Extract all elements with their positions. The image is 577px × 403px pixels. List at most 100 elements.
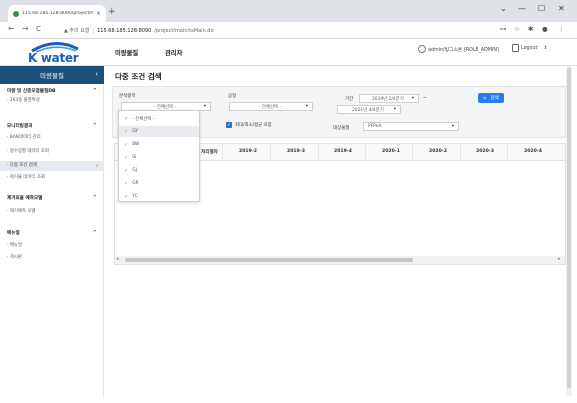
dropdown-option[interactable]: ✓ BW [119, 139, 199, 150]
url-host: 115.68.185.128:8090 [97, 27, 152, 34]
sidebar-item-263-substances[interactable]: · 263종 물질특성 [7, 96, 101, 106]
column-divider [412, 144, 413, 161]
url-field[interactable]: ▲ 주의 요함 | 115.68.185.128:8090/project/ma… [64, 25, 494, 36]
header-quarter: 2020-3 [476, 149, 494, 154]
checkbox-label: 최대/최소/평균 포함 [235, 123, 272, 128]
option-label: GJ [132, 168, 137, 173]
minimize-button[interactable]: — [518, 4, 526, 13]
logout-button[interactable]: Logout ⇕ [512, 44, 547, 52]
address-bar-row: ← → C ▲ 주의 요함 | 115.68.185.128:8090/proj… [0, 22, 577, 39]
chevron-down-icon: ▾ [393, 107, 396, 112]
scroll-left-icon[interactable]: ◂ [116, 256, 119, 262]
dropdown-option[interactable]: ✓ GJ [119, 165, 199, 176]
period-from-value: 2019년 2/4분기 [371, 96, 404, 102]
chevron-up-icon: ^ [92, 123, 97, 129]
new-tab-button[interactable]: + [108, 7, 116, 17]
close-window-button[interactable]: ✕ [558, 4, 565, 13]
sidebar-section-prediction[interactable]: 제거효율 예측모델 ^ [7, 195, 97, 201]
key-icon[interactable]: ⊶ [500, 25, 507, 33]
chevron-down-icon: ▾ [305, 104, 308, 109]
period-from-select[interactable]: 2019년 2/4분기 ▾ [359, 94, 419, 103]
header-quarter: 2020-1 [382, 149, 400, 154]
chevron-down-icon: ▾ [451, 124, 454, 129]
logout-label: Logout [521, 45, 538, 51]
dropdown-option[interactable]: ✓ GR [119, 178, 199, 189]
dropdown-option[interactable]: ✓ GY [119, 126, 199, 137]
page-vertical-scrollbar[interactable] [566, 66, 572, 396]
tab-close-icon[interactable]: × [96, 10, 101, 17]
favicon-icon [13, 10, 19, 17]
browser-tab-title: 115.68.185.128:8090/project/m [22, 11, 93, 16]
substance-label: 대상물질 [333, 126, 350, 131]
sidebar-item-manual[interactable]: · 메뉴얼 [7, 241, 101, 251]
sidebar-section-label: 제거효율 예측모델 [7, 196, 43, 201]
logout-icon [512, 44, 519, 52]
search-button[interactable]: 🔍 검색 [478, 93, 504, 103]
sidebar-collapse-icon[interactable]: ‹ [95, 70, 98, 78]
sidebar-section-monitoring[interactable]: 모니터링결과 ^ [7, 123, 97, 129]
column-divider [270, 144, 271, 161]
plant-select-value: - 전체선택 - [258, 104, 281, 110]
dropdown-option[interactable]: ✓ IS [119, 152, 199, 163]
sidebar-section-manual[interactable]: 메뉴얼 ^ [7, 230, 97, 236]
check-icon: ✓ [124, 180, 129, 187]
dropdown-option[interactable]: ✓ - 전체선택 - [119, 113, 199, 124]
check-icon: ✓ [124, 141, 129, 148]
sidebar-item-plant-data[interactable]: · 정수장별 데이터 조회 [7, 147, 101, 157]
minmaxavg-checkbox[interactable]: ✓ 최대/최소/평균 포함 [226, 122, 272, 128]
option-label: BW [132, 142, 140, 147]
substance-select[interactable]: PFPeA ▾ [363, 122, 459, 131]
star-icon[interactable]: ☆ [514, 25, 520, 33]
sidebar-item-multi-search[interactable]: · 다중 조건 검색 › [0, 161, 104, 171]
sidebar: 미량물질 ‹ 미량 및 신종오염물질DB ^ · 263종 물질특성 모니터링결… [0, 66, 104, 398]
option-label: YC [132, 194, 138, 199]
period-label: 기간 [345, 97, 354, 102]
user-info[interactable]: admin/빙그스톤 [ROLE_ADMIN] [418, 45, 499, 53]
period-separator: ~ [423, 96, 427, 101]
header-process: 처리절차 [201, 150, 218, 155]
sidebar-item-board[interactable]: · 게시판 [7, 253, 101, 263]
substance-select-value: PFPeA [368, 124, 382, 129]
sidebar-item-ban-data[interactable]: · BAN데이터 관리 [7, 133, 101, 143]
analysis-dropdown-menu: ✓ - 전체선택 - ✓ GY ✓ BW ✓ IS ✓ GJ ✓ GR ✓ YC [118, 110, 200, 202]
chevron-down-icon: ▾ [203, 104, 206, 109]
insecure-warning[interactable]: ▲ 주의 요함 [64, 27, 89, 34]
browser-tab[interactable]: 115.68.185.128:8090/project/m × [8, 5, 106, 22]
topmenu-trace-substances[interactable]: 미량물질 [115, 48, 138, 57]
forward-button[interactable]: → [22, 24, 29, 33]
chevron-right-icon: › [96, 163, 98, 169]
horizontal-scrollbar[interactable]: ◂ ▸ [115, 256, 565, 264]
header-quarter: 2020-2 [429, 149, 447, 154]
option-label: GY [132, 129, 139, 134]
check-icon: ✓ [124, 167, 129, 174]
logo-text: K water [28, 51, 79, 65]
period-to-select[interactable]: 2021년 4/4분기 ▾ [337, 105, 401, 114]
sidebar-item-removal-data[interactable]: · 제거율 데이터 조회 [7, 173, 101, 183]
scrollbar-thumb[interactable] [125, 258, 413, 262]
scroll-right-icon[interactable]: ▸ [558, 256, 561, 262]
plant-select[interactable]: - 전체선택 - ▾ [229, 102, 313, 111]
tab-search-icon[interactable]: ⌄ [500, 4, 507, 13]
user-name: admin/빙그스톤 [ROLE_ADMIN] [428, 47, 499, 53]
sidebar-section-label: 미량 및 신종오염물질DB [7, 89, 56, 94]
plant-label: 공정 [228, 94, 237, 99]
sidebar-section-label: 메뉴얼 [7, 231, 20, 236]
extensions-icon[interactable]: ✱ [528, 25, 533, 33]
sidebar-section-db[interactable]: 미량 및 신종오염물질DB ^ [7, 88, 97, 94]
kwater-logo[interactable]: K water [14, 41, 98, 65]
maximize-button[interactable]: ☐ [538, 4, 545, 13]
topmenu-admin[interactable]: 관리자 [165, 48, 182, 57]
logout-caret-icon: ⇕ [543, 45, 548, 51]
reload-button[interactable]: C [36, 25, 41, 33]
sidebar-item-prediction-model[interactable]: · 제거예측 모델 [7, 207, 101, 217]
scrollbar-thumb[interactable] [567, 68, 571, 388]
search-button-label: 검색 [490, 96, 499, 101]
browser-menu-icon[interactable]: ⋮ [558, 25, 565, 33]
header-quarter: 2019-4 [334, 149, 352, 154]
header-quarter: 2019-2 [239, 149, 257, 154]
sidebar-header: 미량물질 ‹ [0, 66, 104, 84]
back-button[interactable]: ← [8, 24, 15, 33]
profile-icon[interactable]: ● [542, 25, 548, 33]
column-divider [365, 144, 366, 161]
dropdown-option[interactable]: ✓ YC [119, 191, 199, 202]
